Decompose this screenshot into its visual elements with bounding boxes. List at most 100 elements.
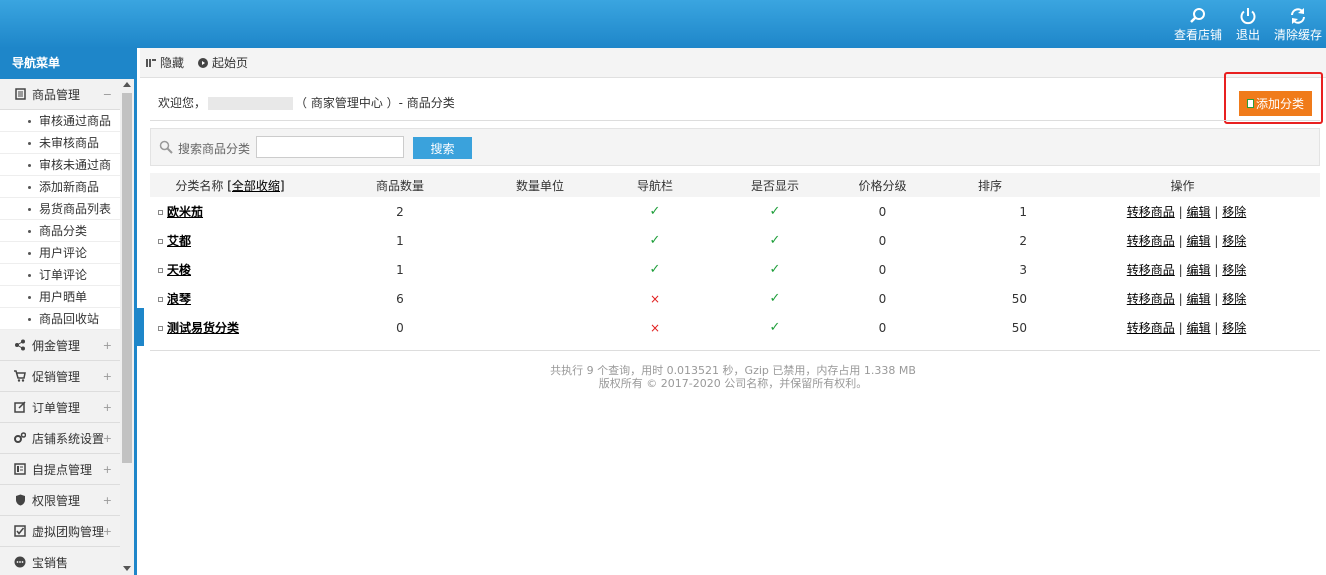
edit-link[interactable]: 编辑 [1186, 321, 1210, 335]
nav-cell[interactable]: ✓ [590, 255, 720, 284]
show-cell[interactable]: ✓ [720, 255, 830, 284]
edit-link[interactable]: 编辑 [1186, 292, 1210, 306]
remove-link[interactable]: 移除 [1222, 234, 1246, 248]
expand-toggle[interactable]: + [103, 432, 112, 445]
menu-item-order-comments[interactable]: 订单评论 [0, 264, 120, 286]
menu-group-commission[interactable]: 佣金管理 + [0, 330, 120, 361]
expand-square-icon[interactable] [158, 268, 163, 273]
collapse-all-link[interactable]: [全部收缩] [227, 179, 284, 193]
scroll-thumb[interactable] [122, 93, 132, 463]
menu-group-orders[interactable]: 订单管理 + [0, 392, 120, 423]
move-goods-link[interactable]: 转移商品 [1127, 205, 1175, 219]
remove-link[interactable]: 移除 [1222, 321, 1246, 335]
expand-toggle[interactable]: + [103, 339, 112, 352]
category-name-link[interactable]: 欧米茄 [167, 205, 203, 219]
expand-toggle[interactable]: + [103, 525, 112, 538]
scroll-up-arrow-icon[interactable] [123, 82, 131, 87]
menu-item-rejected-goods[interactable]: 审核未通过商 [0, 154, 120, 176]
hide-menu-link[interactable]: 隐藏 [146, 54, 184, 71]
category-name-link[interactable]: 天梭 [167, 263, 191, 277]
menu-item-user-showcase[interactable]: 用户晒单 [0, 286, 120, 308]
footer-copyright: 版权所有 © 2017-2020 公司名称，并保留所有权利。 [598, 377, 868, 390]
show-cell[interactable]: ✓ [720, 313, 830, 342]
start-page-link[interactable]: 起始页 [198, 54, 248, 71]
expand-toggle[interactable]: + [103, 494, 112, 507]
check-icon[interactable]: ✓ [770, 233, 781, 248]
check-icon[interactable]: ✓ [650, 233, 661, 248]
check-square-icon [14, 525, 26, 537]
expand-square-icon[interactable] [158, 210, 163, 215]
check-icon[interactable]: ✓ [770, 262, 781, 277]
divider [150, 350, 1320, 351]
edit-link[interactable]: 编辑 [1186, 263, 1210, 277]
menu-item-recycle-bin[interactable]: 商品回收站 [0, 308, 120, 330]
expand-square-icon[interactable] [158, 239, 163, 244]
nav-cell[interactable]: × [590, 313, 720, 342]
cross-icon[interactable]: × [650, 321, 660, 335]
sort-cell[interactable]: 2 [935, 226, 1045, 255]
edit-link[interactable]: 编辑 [1186, 234, 1210, 248]
show-cell[interactable]: ✓ [720, 284, 830, 313]
show-cell[interactable]: ✓ [720, 226, 830, 255]
sort-cell[interactable]: 1 [935, 197, 1045, 226]
cross-icon[interactable]: × [650, 292, 660, 306]
menu-group-pickup-points[interactable]: 自提点管理 + [0, 454, 120, 485]
show-cell[interactable]: ✓ [720, 197, 830, 226]
expand-square-icon[interactable] [158, 297, 163, 302]
move-goods-link[interactable]: 转移商品 [1127, 321, 1175, 335]
clear-cache-button[interactable]: 清除缓存 [1270, 6, 1326, 43]
expand-toggle[interactable]: + [103, 401, 112, 414]
menu-group-sales[interactable]: 宝销售 [0, 547, 120, 575]
nav-cell[interactable]: ✓ [590, 197, 720, 226]
logout-button[interactable]: 退出 [1232, 6, 1264, 43]
view-store-button[interactable]: 查看店铺 [1170, 6, 1226, 43]
search-input[interactable] [256, 136, 404, 158]
sort-cell[interactable]: 3 [935, 255, 1045, 284]
menu-group-permissions[interactable]: 权限管理 + [0, 485, 120, 516]
menu-item-add-goods[interactable]: 添加新商品 [0, 176, 120, 198]
category-name-link[interactable]: 浪琴 [167, 292, 191, 306]
menu-group-virtual-group-buy[interactable]: 虚拟团购管理 + [0, 516, 120, 547]
unit-cell [490, 255, 590, 284]
menu-group-promotion[interactable]: 促销管理 + [0, 361, 120, 392]
menu-item-approved-goods[interactable]: 审核通过商品 [0, 110, 120, 132]
category-name-link[interactable]: 测试易货分类 [167, 321, 239, 335]
menu-item-goods-category[interactable]: 商品分类 [0, 220, 120, 242]
remove-link[interactable]: 移除 [1222, 263, 1246, 277]
menu-item-user-comments[interactable]: 用户评论 [0, 242, 120, 264]
check-icon[interactable]: ✓ [650, 262, 661, 277]
add-category-button[interactable]: 添加分类 [1239, 91, 1312, 116]
move-goods-link[interactable]: 转移商品 [1127, 234, 1175, 248]
expand-square-icon[interactable] [158, 326, 163, 331]
edit-link[interactable]: 编辑 [1186, 205, 1210, 219]
nav-cell[interactable]: × [590, 284, 720, 313]
move-goods-link[interactable]: 转移商品 [1127, 263, 1175, 277]
move-goods-link[interactable]: 转移商品 [1127, 292, 1175, 306]
scroll-down-arrow-icon[interactable] [123, 566, 131, 571]
check-icon[interactable]: ✓ [650, 204, 661, 219]
check-icon[interactable]: ✓ [770, 320, 781, 335]
check-icon[interactable]: ✓ [770, 204, 781, 219]
search-button[interactable]: 搜索 [413, 137, 472, 159]
sort-cell[interactable]: 50 [935, 284, 1045, 313]
remove-link[interactable]: 移除 [1222, 205, 1246, 219]
menu-group-store-settings[interactable]: 店铺系统设置 + [0, 423, 120, 454]
menu-group-label: 宝销售 [32, 555, 69, 570]
collapse-toggle[interactable]: − [103, 88, 112, 101]
menu-group-goods[interactable]: 商品管理 − [0, 79, 120, 110]
sort-cell[interactable]: 50 [935, 313, 1045, 342]
expand-toggle[interactable]: + [103, 463, 112, 476]
category-name-link[interactable]: 艾都 [167, 234, 191, 248]
check-icon[interactable]: ✓ [770, 291, 781, 306]
menu-item-unreviewed-goods[interactable]: 未审核商品 [0, 132, 120, 154]
sidebar-scrollbar[interactable] [120, 79, 134, 575]
menu-item-barter-goods[interactable]: 易货商品列表 [0, 198, 120, 220]
nav-cell[interactable]: ✓ [590, 226, 720, 255]
sidebar: 导航菜单 商品管理 − 审核通过商品 未审核商品 审核未通过商 添加新商品 易货… [0, 48, 137, 575]
col-show: 是否显示 [720, 173, 830, 197]
add-category-label: 添加分类 [1255, 97, 1304, 111]
remove-link[interactable]: 移除 [1222, 292, 1246, 306]
expand-toggle[interactable]: + [103, 370, 112, 383]
table-row: 测试易货分类 0 × ✓ 0 50 转移商品 | 编辑 | 移除 [150, 313, 1320, 342]
table-row: 艾都 1 ✓ ✓ 0 2 转移商品 | 编辑 | 移除 [150, 226, 1320, 255]
